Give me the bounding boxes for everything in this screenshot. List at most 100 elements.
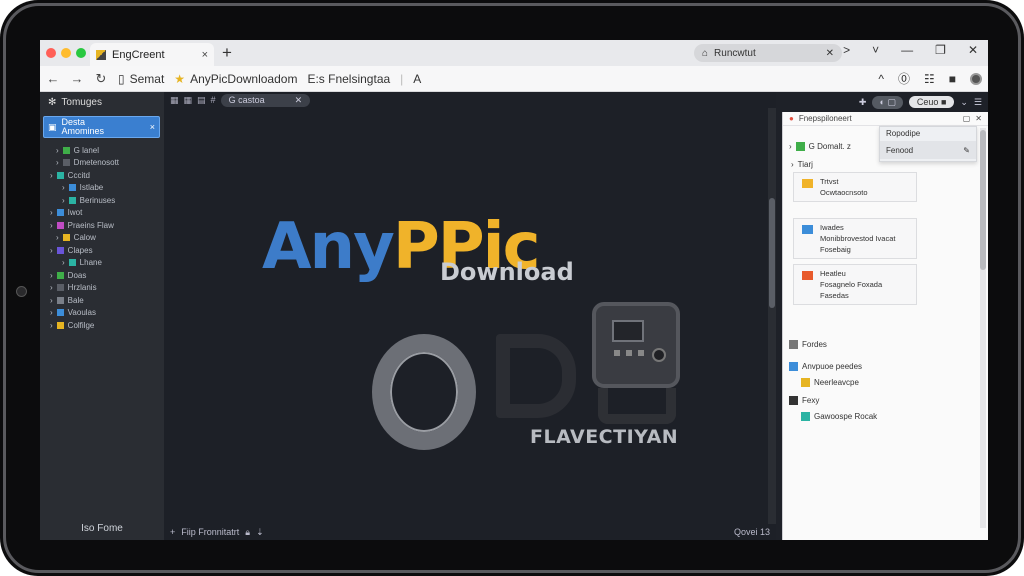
- chip-close-icon[interactable]: ✕: [295, 95, 303, 106]
- sidebar-item[interactable]: › Clapes: [40, 244, 164, 257]
- right-scrollbar[interactable]: [980, 128, 986, 528]
- address-segment-4[interactable]: A: [413, 72, 421, 86]
- close-window-button[interactable]: [46, 48, 56, 58]
- site-icon: ★: [174, 71, 186, 86]
- add-icon[interactable]: +: [170, 527, 175, 537]
- item-card[interactable]: Trtvst Ocwtaocnsoto: [793, 172, 917, 202]
- new-tab-button[interactable]: +: [222, 43, 232, 63]
- chevron-right-icon[interactable]: ›: [56, 146, 59, 155]
- restore-icon[interactable]: ❐: [935, 43, 946, 57]
- chevron-right-icon[interactable]: ›: [62, 196, 65, 205]
- square-icon[interactable]: ■: [949, 72, 956, 86]
- popout-icon[interactable]: ▢: [963, 114, 971, 123]
- panel-close-icon[interactable]: ✕: [975, 114, 982, 123]
- active-close-icon[interactable]: ×: [150, 122, 155, 132]
- chevron-right-icon[interactable]: ›: [62, 183, 65, 192]
- sidebar-item[interactable]: › Vaoulas: [40, 307, 164, 320]
- record-toggle[interactable]: ◐ ▢: [872, 95, 903, 109]
- extensions-icon[interactable]: ☷: [924, 72, 935, 86]
- right-panel: ● Fnepspiloneert ▢ ✕ Ropodipe Fenood ✎ ›…: [782, 112, 988, 540]
- layers-icon[interactable]: ▦: [184, 95, 193, 106]
- right-panel-title: Fnepspiloneert: [798, 114, 852, 123]
- chevron-right-icon[interactable]: ›: [50, 208, 53, 217]
- chevron-right-icon[interactable]: ›: [50, 296, 53, 305]
- reload-button[interactable]: ↻: [94, 71, 108, 87]
- panel-row[interactable]: Fordes: [789, 340, 979, 349]
- item-card[interactable]: Iwades Monibbrovestod Ivacat Fosebaig: [793, 218, 917, 259]
- sidebar-footer[interactable]: Iso Fome: [40, 523, 164, 534]
- sidebar-item[interactable]: › G lanel: [40, 144, 164, 157]
- lock-icon[interactable]: 🔒︎: [245, 527, 250, 538]
- sidebar-item[interactable]: › Cccitd: [40, 169, 164, 182]
- sidebar-item[interactable]: › Berinuses: [40, 194, 164, 207]
- row-icon: [789, 362, 798, 371]
- sidebar-item[interactable]: › Dmetenosott: [40, 157, 164, 170]
- domain-row[interactable]: › G Domalt. z: [789, 142, 979, 151]
- info-icon[interactable]: ⓪: [898, 70, 910, 87]
- address-segment-1[interactable]: ▯ Semat: [118, 72, 164, 86]
- pin-icon[interactable]: ⇣: [256, 527, 264, 538]
- minimize-icon[interactable]: —: [901, 43, 913, 57]
- sidebar-item[interactable]: › Hrzlanis: [40, 282, 164, 295]
- folder-icon: [56, 321, 64, 329]
- sidebar-item-active[interactable]: ▣ Desta Amomines ×: [43, 116, 160, 138]
- sidebar-item[interactable]: › Bale: [40, 294, 164, 307]
- chevron-right-icon[interactable]: ›: [50, 221, 53, 230]
- avatar[interactable]: [970, 72, 982, 85]
- copy-icon[interactable]: ▤: [197, 95, 206, 106]
- chevron-right-icon[interactable]: ›: [50, 171, 53, 180]
- tray-row[interactable]: › Tiarj: [791, 160, 981, 169]
- sidebar-item-label: Doas: [67, 270, 87, 280]
- sidebar-item[interactable]: › Doas: [40, 269, 164, 282]
- right-scroll-thumb[interactable]: [980, 130, 986, 270]
- grid-icon[interactable]: ▦: [170, 95, 179, 106]
- chevron-right-icon[interactable]: ›: [50, 283, 53, 292]
- canvas-scrollbar[interactable]: [768, 108, 776, 524]
- plus-icon[interactable]: ✚: [859, 97, 867, 108]
- canvas-scroll-thumb[interactable]: [769, 198, 775, 308]
- address-url-text: AnyPicDownloadom: [190, 71, 298, 86]
- panel-row[interactable]: Gawoospe Rocak: [801, 412, 988, 421]
- sidebar-item[interactable]: › Istlabe: [40, 182, 164, 195]
- chevron-right-icon[interactable]: ›: [50, 321, 53, 330]
- chevron-right-icon[interactable]: ›: [56, 233, 59, 242]
- gear-icon[interactable]: ✻: [48, 97, 56, 108]
- hash-icon[interactable]: #: [211, 95, 216, 105]
- dropdown-icon[interactable]: ⌄: [960, 97, 968, 108]
- panel-row[interactable]: Fexy: [789, 396, 979, 405]
- forward-button[interactable]: →: [70, 71, 84, 86]
- chevron-right-icon[interactable]: ›: [50, 246, 53, 255]
- maximize-window-button[interactable]: [76, 48, 86, 58]
- sidebar-item[interactable]: › Lhane: [40, 257, 164, 270]
- minimize-window-button[interactable]: [61, 48, 71, 58]
- sidebar-item[interactable]: › Praeins Flaw: [40, 219, 164, 232]
- dropdown-chevron-icon[interactable]: ˅: [872, 43, 879, 57]
- card-line3: Fosebaig: [820, 245, 851, 254]
- close-icon[interactable]: ✕: [968, 43, 978, 57]
- pill-close-icon[interactable]: ✕: [826, 48, 834, 59]
- browser-tab[interactable]: EngCreent ×: [90, 43, 214, 66]
- sidebar-item[interactable]: › Colfilge: [40, 319, 164, 332]
- panel-row[interactable]: Anvpuoe peedes: [789, 362, 979, 371]
- tab-search-pill[interactable]: ⌂ Runcwtut ✕: [694, 44, 842, 62]
- caret-up-icon[interactable]: ^: [878, 72, 884, 86]
- tab-close-icon[interactable]: ×: [202, 49, 208, 61]
- sidebar-item[interactable]: › Iwot: [40, 207, 164, 220]
- address-url[interactable]: ★ AnyPicDownloadom: [174, 72, 297, 86]
- address-segment-3[interactable]: E:s Fnelsingtaa: [307, 72, 390, 86]
- tray-label: Tiarj: [797, 160, 813, 169]
- canvas-search-chip[interactable]: G castoa ✕: [220, 93, 311, 107]
- chevron-right-icon[interactable]: ›: [62, 258, 65, 267]
- folder-icon: [56, 296, 64, 304]
- sidebar: ✻ Tomuges ▣ Desta Amomines × › G lanel › Dm…: [40, 92, 164, 540]
- panel-row[interactable]: Neerleavcpe: [801, 378, 988, 387]
- forward-chevron-icon[interactable]: >: [843, 43, 850, 57]
- chevron-right-icon[interactable]: ›: [50, 308, 53, 317]
- chevron-right-icon[interactable]: ›: [56, 158, 59, 167]
- sidebar-item[interactable]: › Calow: [40, 232, 164, 245]
- list-icon[interactable]: ☰: [974, 97, 982, 108]
- right-pill-button[interactable]: Ceuo ■: [908, 96, 955, 108]
- item-card[interactable]: Heatleu Fosagnelo Foxada Fasedas: [793, 264, 917, 305]
- back-button[interactable]: ←: [46, 71, 60, 86]
- chevron-right-icon[interactable]: ›: [50, 271, 53, 280]
